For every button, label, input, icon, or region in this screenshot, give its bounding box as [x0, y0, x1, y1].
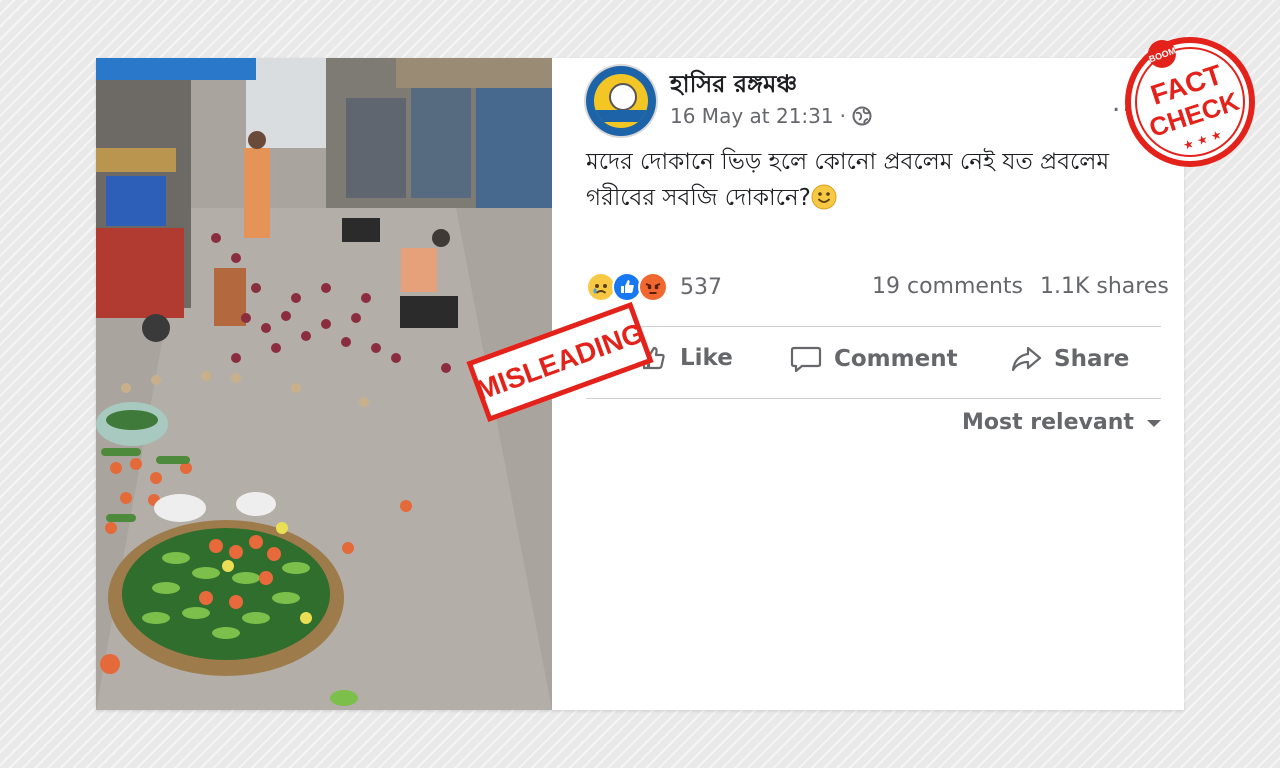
globe-icon	[852, 106, 872, 126]
comment-icon	[790, 344, 822, 374]
comment-button[interactable]: Comment	[790, 344, 958, 374]
comment-label: Comment	[834, 346, 958, 372]
fact-check-stamp: BOOM FACT CHECK ★ ★ ★	[1120, 30, 1260, 170]
page-avatar[interactable]	[586, 66, 656, 136]
chevron-down-icon	[1146, 410, 1162, 435]
smile-icon	[811, 184, 837, 210]
like-label: Like	[680, 345, 733, 371]
divider	[586, 398, 1161, 399]
post-timestamp[interactable]: 16 May at 21:31	[670, 104, 834, 128]
share-button[interactable]: Share	[1010, 344, 1129, 374]
share-icon	[1010, 344, 1042, 374]
facebook-post-card: হাসির রঙ্গমঞ্চ 16 May at 21:31 · ... মদে…	[96, 58, 1184, 710]
post-text: মদের দোকানে ভিড় হলে কোনো প্রবলেম নেই যত…	[586, 144, 1146, 216]
like-button[interactable]: Like	[640, 344, 733, 372]
page-name[interactable]: হাসির রঙ্গমঞ্চ	[670, 66, 797, 106]
engagement-stats: 19 comments 1.1K shares	[862, 274, 1169, 299]
post-body: মদের দোকানে ভিড় হলে কোনো প্রবলেম নেই যত…	[586, 149, 1110, 211]
angry-icon	[638, 272, 668, 302]
reactions-summary[interactable]: 537	[586, 272, 722, 302]
reactions-count: 537	[680, 274, 722, 300]
post-meta: 16 May at 21:31 ·	[670, 104, 872, 128]
comments-count-link[interactable]: 19 comments	[872, 274, 1023, 299]
shares-count-link[interactable]: 1.1K shares	[1040, 274, 1169, 299]
share-label: Share	[1054, 346, 1130, 372]
meta-separator: ·	[839, 104, 846, 128]
divider	[586, 326, 1161, 327]
page-avatar-logo	[594, 74, 648, 128]
comment-sort-dropdown[interactable]: Most relevant	[962, 410, 1162, 435]
sort-label: Most relevant	[962, 410, 1134, 435]
